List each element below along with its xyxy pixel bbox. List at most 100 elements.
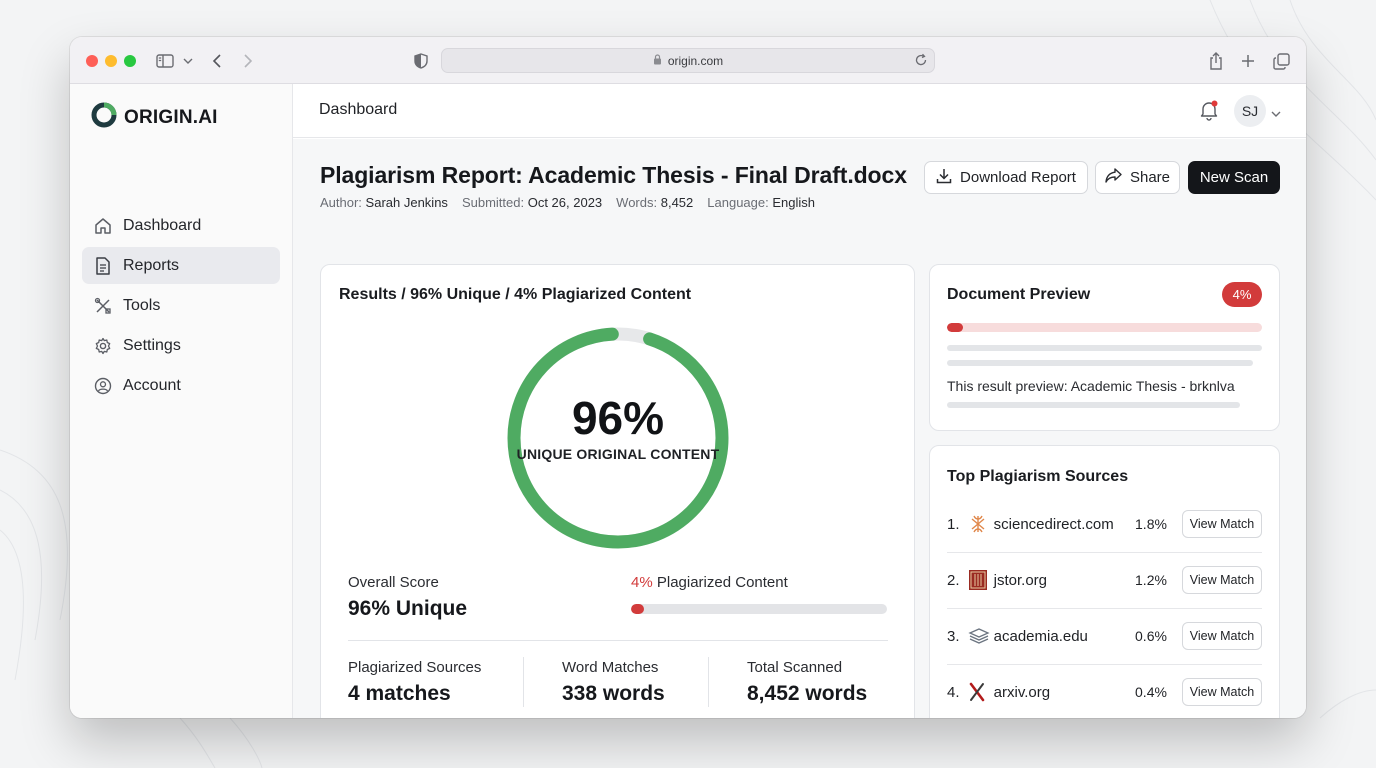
gear-icon	[93, 336, 113, 356]
plagiarism-badge: 4%	[1222, 282, 1262, 307]
sciencedirect-logo-icon	[968, 513, 994, 535]
sidebar-item-tools[interactable]: Tools	[82, 287, 280, 324]
view-match-button[interactable]: View Match	[1181, 622, 1262, 650]
sidebar-toggle-icon[interactable]	[154, 50, 176, 72]
browser-window: origin.com ORIGIN.AI Dashboard Reports T…	[70, 37, 1306, 718]
jstor-logo-icon	[968, 569, 994, 591]
view-match-button[interactable]: View Match	[1181, 678, 1262, 706]
back-arrow-icon[interactable]	[206, 50, 228, 72]
view-match-button[interactable]: View Match	[1181, 566, 1262, 594]
preview-text-placeholder	[947, 360, 1253, 366]
minimize-window-button[interactable]	[105, 55, 117, 67]
chevron-down-icon[interactable]	[177, 50, 199, 72]
download-report-button[interactable]: Download Report	[924, 161, 1088, 194]
meta-submitted: Submitted: Oct 26, 2023	[461, 195, 603, 210]
maximize-window-button[interactable]	[124, 55, 136, 67]
source-row: 4. arxiv.org 0.4% View Match	[947, 664, 1262, 718]
sidebar-item-label: Tools	[123, 296, 161, 314]
stat-plagiarized-sources: Plagiarized Sources 4 matches	[348, 659, 482, 705]
share-page-icon[interactable]	[1205, 50, 1227, 72]
source-name: jstor.org	[993, 571, 1048, 589]
donut-value: 96%	[571, 392, 665, 444]
source-name: arxiv.org	[993, 683, 1051, 701]
app-logo[interactable]: ORIGIN.AI	[91, 102, 218, 133]
sidebar-item-label: Account	[123, 376, 181, 394]
meta-language: Language: English	[707, 195, 815, 210]
plagiarized-progress-bar	[631, 604, 887, 614]
meta-words: Words: 8,452	[616, 195, 694, 210]
source-percent: 1.2%	[1135, 572, 1167, 588]
source-row: 1. sciencedirect.com 1.8% View Match	[947, 496, 1262, 552]
page-title: Dashboard	[319, 101, 398, 118]
donut-label: UNIQUE ORIGINAL CONTENT	[516, 446, 720, 462]
avatar[interactable]: SJ	[1234, 95, 1266, 127]
preview-title: Document Preview	[947, 286, 1091, 303]
plagiarized-label: 4% Plagiarized Content	[631, 574, 788, 591]
stat-divider	[523, 657, 524, 707]
sidebar-item-label: Settings	[123, 336, 181, 354]
results-card: Results / 96% Unique / 4% Plagiarized Co…	[320, 264, 915, 718]
main-content: Plagiarism Report: Academic Thesis - Fin…	[293, 139, 1306, 718]
top-bar: Dashboard SJ	[293, 84, 1306, 138]
preview-text-placeholder	[947, 345, 1262, 351]
source-row: 2. jstor.org 1.2% View Match	[947, 552, 1262, 608]
results-title: Results / 96% Unique / 4% Plagiarized Co…	[339, 286, 692, 303]
notification-dot	[1211, 100, 1218, 107]
sidebar: ORIGIN.AI Dashboard Reports Tools Settin…	[70, 84, 293, 718]
source-percent: 0.6%	[1135, 628, 1167, 644]
reload-icon[interactable]	[914, 53, 928, 70]
sidebar-item-account[interactable]: Account	[82, 367, 280, 404]
document-icon	[93, 256, 113, 276]
source-percent: 1.8%	[1135, 516, 1167, 532]
preview-text-placeholder	[947, 402, 1240, 408]
tab-overview-icon[interactable]	[1270, 50, 1292, 72]
top-sources-card: Top Plagiarism Sources 1. sciencedirect.…	[929, 445, 1280, 718]
new-tab-plus-icon[interactable]	[1237, 50, 1259, 72]
plagiarized-progress-fill	[631, 604, 644, 614]
source-row: 3. academia.edu 0.6% View Match	[947, 608, 1262, 664]
lock-icon	[653, 53, 662, 68]
view-match-button[interactable]: View Match	[1181, 510, 1262, 538]
report-title: Plagiarism Report: Academic Thesis - Fin…	[320, 162, 907, 188]
unique-score-donut: 96% UNIQUE ORIGINAL CONTENT	[507, 327, 729, 549]
close-window-button[interactable]	[86, 55, 98, 67]
forward-arrow-icon[interactable]	[237, 50, 259, 72]
preview-text: This result preview: Academic Thesis - b…	[947, 378, 1235, 394]
download-icon	[936, 168, 952, 188]
notification-bell-icon[interactable]	[1198, 99, 1220, 121]
stat-total-scanned: Total Scanned 8,452 words	[747, 659, 868, 705]
overall-score-value: 96% Unique	[348, 597, 468, 620]
address-bar[interactable]: origin.com	[441, 48, 935, 73]
sidebar-item-dashboard[interactable]: Dashboard	[82, 207, 280, 244]
origin-logo-icon	[91, 102, 117, 133]
sources-title: Top Plagiarism Sources	[947, 468, 1129, 485]
preview-progress-fill	[947, 323, 963, 332]
new-scan-button[interactable]: New Scan	[1188, 161, 1280, 194]
academia-logo-icon	[968, 625, 994, 647]
source-name: academia.edu	[993, 627, 1088, 645]
stat-word-matches: Word Matches 338 words	[562, 659, 665, 705]
stat-divider	[708, 657, 709, 707]
meta-author: Author: Sarah Jenkins	[320, 195, 448, 210]
report-meta: Author: Sarah Jenkins Submitted: Oct 26,…	[320, 195, 815, 210]
source-name: sciencedirect.com	[993, 515, 1114, 533]
sidebar-item-reports[interactable]: Reports	[82, 247, 280, 284]
share-arrow-icon	[1105, 168, 1122, 187]
chevron-down-icon[interactable]	[1271, 104, 1281, 122]
tools-icon	[93, 296, 113, 316]
sidebar-item-settings[interactable]: Settings	[82, 327, 280, 364]
divider	[348, 640, 888, 641]
source-percent: 0.4%	[1135, 684, 1167, 700]
url-text: origin.com	[667, 53, 724, 68]
share-button[interactable]: Share	[1095, 161, 1180, 194]
sidebar-item-label: Reports	[123, 256, 180, 274]
browser-toolbar: origin.com	[70, 37, 1306, 84]
app-name: ORIGIN.AI	[124, 106, 218, 128]
shield-icon[interactable]	[410, 50, 432, 72]
home-icon	[93, 216, 113, 236]
arxiv-logo-icon	[968, 681, 994, 703]
user-circle-icon	[93, 376, 113, 396]
document-preview-card: Document Preview 4% This result preview:…	[929, 264, 1280, 431]
overall-score-label: Overall Score	[348, 574, 439, 591]
preview-progress-bar	[947, 323, 1262, 332]
